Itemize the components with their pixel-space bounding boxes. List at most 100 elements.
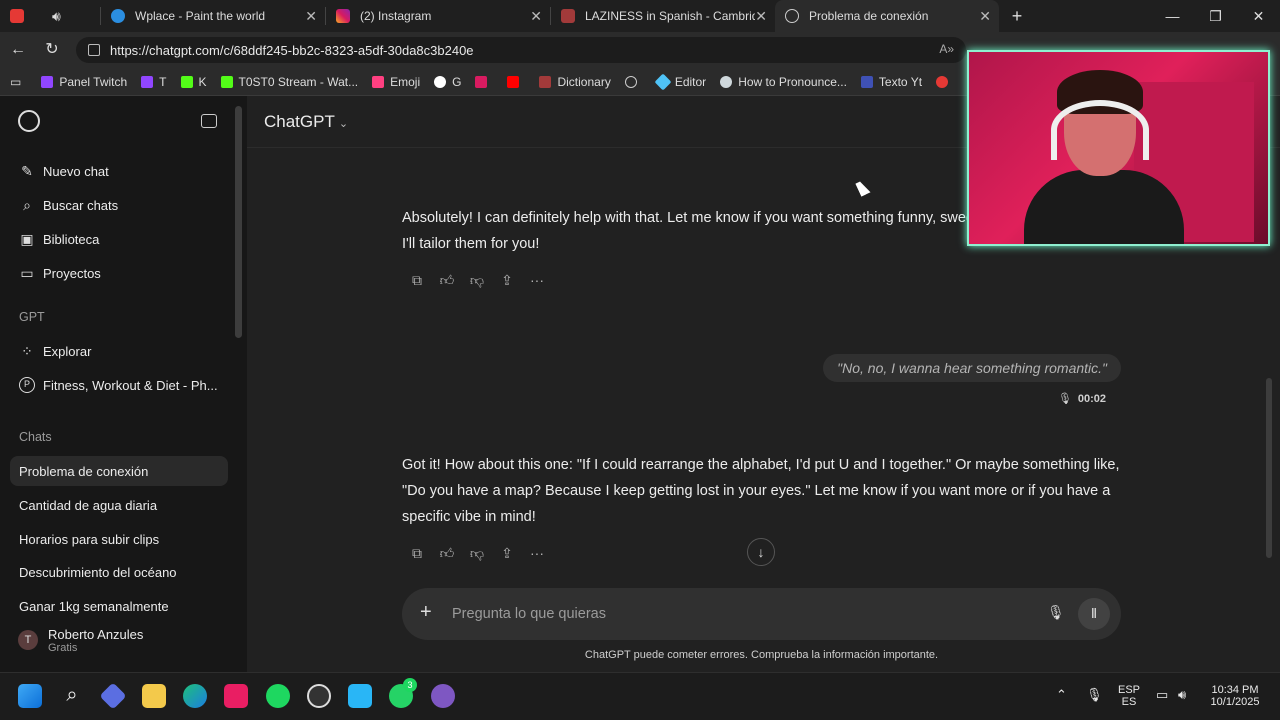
- start-icon[interactable]: [18, 684, 42, 708]
- sidebar-item-new-chat[interactable]: ✎ Nuevo chat: [10, 156, 228, 186]
- sidebar-scrollbar[interactable]: [235, 106, 242, 338]
- instagram-icon: [475, 75, 488, 88]
- copy-icon[interactable]: ⧉: [402, 272, 432, 292]
- sidebar-item-library[interactable]: ▣ Biblioteca: [10, 224, 228, 254]
- microphone-icon: 🎙︎: [1057, 393, 1072, 405]
- tab-app-icon: [10, 9, 24, 23]
- bookmark-item[interactable]: Emoji: [372, 75, 420, 89]
- scroll-down-button[interactable]: ↓: [747, 538, 775, 566]
- file-explorer-icon[interactable]: [142, 684, 166, 708]
- close-icon[interactable]: ✕: [305, 8, 317, 25]
- avatar: T: [18, 630, 38, 650]
- spotify-icon[interactable]: [266, 684, 290, 708]
- youtube-icon: [507, 75, 520, 88]
- speaker-icon[interactable]: 🔊︎: [52, 8, 61, 25]
- bookmark-item[interactable]: T: [141, 75, 167, 89]
- sidebar-item-projects[interactable]: ▭ Proyectos: [10, 258, 228, 288]
- bookmark-item[interactable]: Editor: [654, 73, 706, 90]
- bookmark-item[interactable]: T0ST0 Stream - Wat...: [220, 75, 358, 89]
- microphone-icon[interactable]: 🎙︎: [1086, 687, 1103, 703]
- copy-icon[interactable]: ⧉: [402, 545, 432, 565]
- language-indicator[interactable]: ESP ES: [1116, 684, 1142, 708]
- bookmark-item[interactable]: How to Pronounce...: [720, 75, 847, 89]
- tab-title: Problema de conexión: [809, 9, 929, 23]
- share-icon[interactable]: ⇪: [492, 545, 522, 565]
- chat-item[interactable]: Horarios para subir clips: [10, 524, 228, 554]
- message-input[interactable]: Pregunta lo que quieras: [452, 606, 606, 622]
- minimize-icon[interactable]: —: [1151, 0, 1194, 32]
- chatgpt-icon: [624, 75, 637, 88]
- notepad-icon[interactable]: [348, 684, 372, 708]
- lightning-icon: [372, 75, 385, 88]
- new-chat-icon: ✎: [21, 162, 33, 179]
- audio-icon: [936, 75, 949, 88]
- chats-heading: Chats: [19, 430, 52, 444]
- chat-item[interactable]: Cantidad de agua diaria: [10, 490, 228, 520]
- tab-instagram[interactable]: (2) Instagram ✕: [326, 0, 550, 32]
- bookmark-item[interactable]: K: [180, 75, 207, 89]
- whatsapp-icon[interactable]: 3: [389, 678, 417, 708]
- share-icon[interactable]: ⇪: [492, 272, 522, 292]
- bookmark-item[interactable]: Panel Twitch: [41, 75, 127, 89]
- search-icon[interactable]: ⌕: [60, 684, 84, 708]
- bookmark-item[interactable]: [624, 75, 643, 88]
- browser-tab-strip: 🔊︎ Wplace - Paint the world ✕ (2) Instag…: [0, 0, 1280, 32]
- sidebar-item-search[interactable]: ⌕ Buscar chats: [10, 190, 228, 220]
- back-icon[interactable]: ←: [8, 40, 28, 60]
- thumbs-down-icon[interactable]: 👎︎: [462, 545, 492, 565]
- tab-wplace[interactable]: Wplace - Paint the world ✕: [101, 0, 325, 32]
- reload-icon[interactable]: ↻: [42, 40, 62, 60]
- clock[interactable]: 10:34 PM 10/1/2025: [1205, 684, 1265, 708]
- tab-cambridge[interactable]: LAZINESS in Spanish - Cambridge ✕: [551, 0, 775, 32]
- bookmark-item[interactable]: Dictionary: [539, 75, 611, 89]
- site-info-icon[interactable]: [88, 44, 100, 56]
- thumbs-up-icon[interactable]: 👍︎: [432, 272, 462, 292]
- sidebar-item-explore[interactable]: ⁘ Explorar: [10, 336, 228, 366]
- message-actions: ⧉ 👍︎ 👎︎ ⇪ ···: [402, 272, 552, 292]
- close-icon[interactable]: ✕: [755, 8, 767, 25]
- volume-icon[interactable]: 🔊︎: [1178, 687, 1186, 703]
- sidebar-item-fitness-gpt[interactable]: P Fitness, Workout & Diet - Ph...: [10, 370, 228, 400]
- new-tab-icon[interactable]: +: [999, 6, 1035, 27]
- kick-icon: [220, 75, 233, 88]
- gpt-avatar-icon: P: [19, 377, 35, 393]
- thumbs-up-icon[interactable]: 👍︎: [432, 545, 462, 565]
- network-icon[interactable]: ▭: [1156, 687, 1168, 703]
- bookmark-item[interactable]: Texto Yt: [860, 75, 922, 89]
- more-icon[interactable]: ···: [522, 545, 552, 565]
- chat-scrollbar[interactable]: [1266, 378, 1272, 558]
- bookmark-item[interactable]: [475, 75, 493, 88]
- more-icon[interactable]: ···: [522, 272, 552, 292]
- dictate-icon[interactable]: 🎙︎: [1047, 604, 1065, 621]
- chat-item[interactable]: Problema de conexión: [10, 456, 228, 486]
- add-attachment-icon[interactable]: +: [420, 601, 432, 624]
- bookmark-item[interactable]: G: [434, 75, 461, 89]
- user-plan: Gratis: [48, 641, 78, 654]
- thumbs-down-icon[interactable]: 👎︎: [462, 272, 492, 292]
- tray-chevron-icon[interactable]: ⌃: [1056, 687, 1067, 703]
- close-icon[interactable]: ✕: [979, 8, 991, 25]
- user-profile[interactable]: T Roberto Anzules Gratis: [10, 620, 228, 660]
- close-window-icon[interactable]: ✕: [1237, 0, 1280, 32]
- bookmark-item[interactable]: [507, 75, 525, 88]
- obs-icon[interactable]: [307, 684, 331, 708]
- user-voice-message: "No, no, I wanna hear something romantic…: [823, 354, 1121, 382]
- edge-icon[interactable]: [183, 684, 207, 708]
- app-icon[interactable]: [99, 682, 127, 710]
- voice-mode-icon[interactable]: ⦀: [1078, 598, 1110, 630]
- chat-item[interactable]: Ganar 1kg semanalmente: [10, 591, 228, 621]
- close-icon[interactable]: ✕: [530, 8, 542, 25]
- read-aloud-icon[interactable]: A»: [939, 42, 954, 56]
- chatgpt-logo-icon[interactable]: [18, 110, 40, 132]
- tab-pinned[interactable]: 🔊︎: [0, 0, 100, 32]
- bookmarks-menu-icon[interactable]: ▭: [10, 75, 21, 89]
- chat-item[interactable]: Descubrimiento del océano: [10, 557, 228, 587]
- restore-icon[interactable]: ❐: [1194, 0, 1237, 32]
- model-selector[interactable]: ChatGPT ⌄: [264, 112, 348, 132]
- media-player-icon[interactable]: [431, 684, 455, 708]
- url-input[interactable]: https://chatgpt.com/c/68ddf245-bb2c-8323…: [76, 37, 966, 63]
- tiktok-icon[interactable]: [224, 684, 248, 708]
- bookmark-item[interactable]: [936, 75, 954, 88]
- tab-chatgpt[interactable]: Problema de conexión ✕: [775, 0, 999, 32]
- sidebar-toggle-icon[interactable]: [201, 114, 217, 128]
